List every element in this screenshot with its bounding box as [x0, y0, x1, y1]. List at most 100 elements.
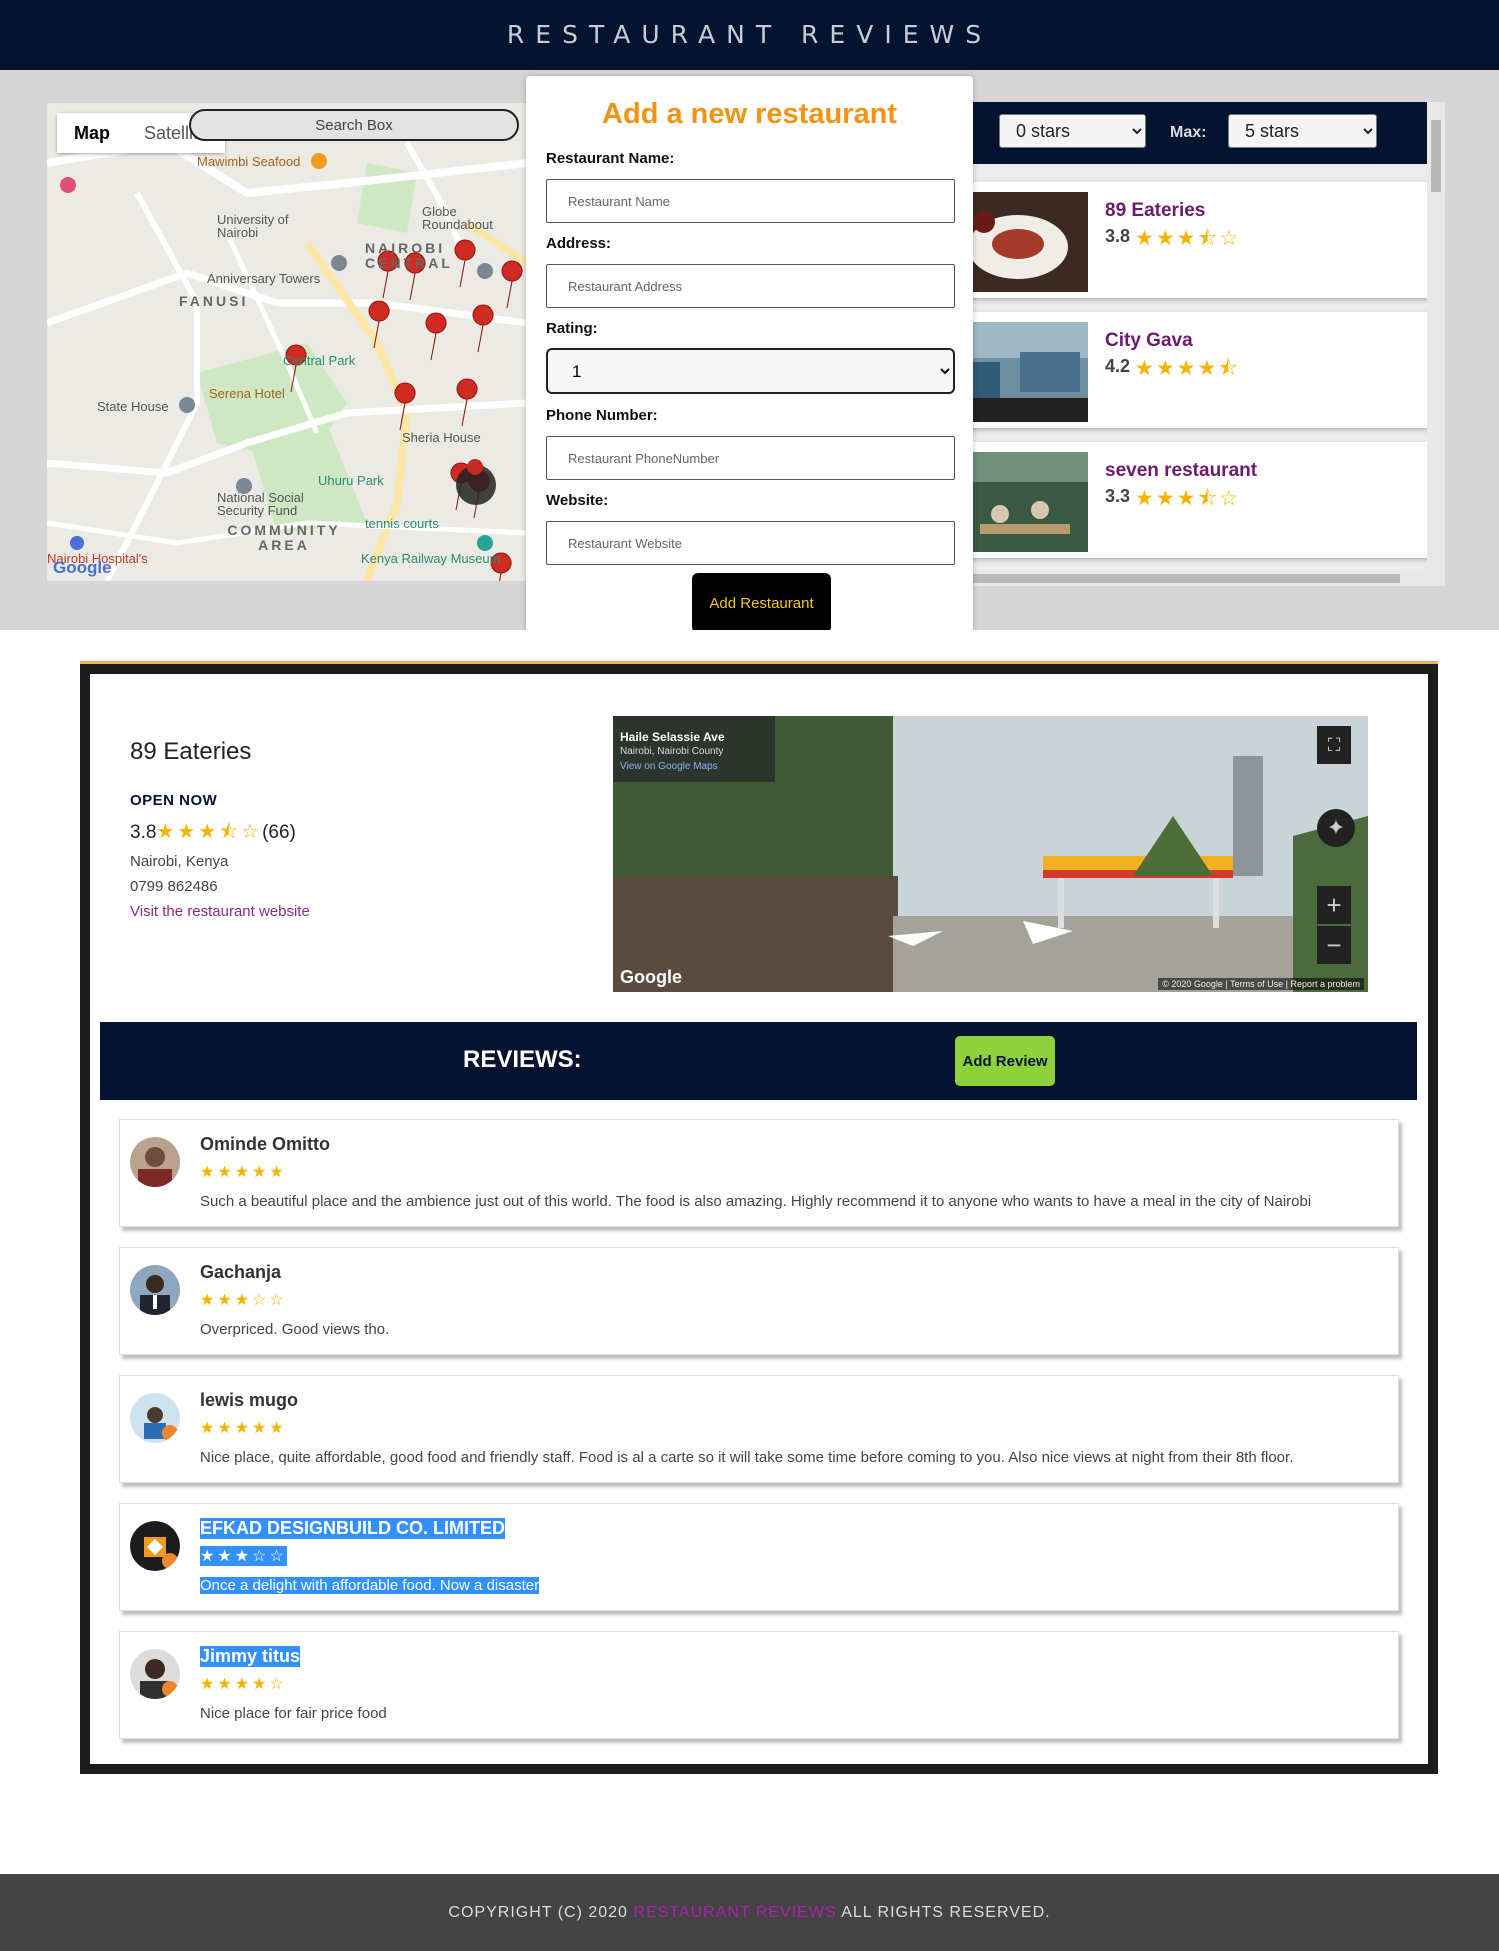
zoom-out-icon[interactable]: −	[1317, 926, 1351, 964]
site-footer: COPYRIGHT (C) 2020 RESTAURANT REVIEWS AL…	[0, 1874, 1499, 1951]
street-view-info: Haile Selassie Ave Nairobi, Nairobi Coun…	[613, 716, 775, 782]
add-restaurant-modal: Add a new restaurant Restaurant Name: Ad…	[526, 76, 973, 630]
restaurant-rating: 3.3	[1105, 486, 1131, 506]
compass-icon[interactable]: ✦	[1317, 809, 1355, 847]
map-label: Kenya Railway Museum	[361, 551, 501, 566]
review-card: lewis mugo ★★★★★ Nice place, quite affor…	[119, 1375, 1399, 1483]
list-horizontal-scrollbar[interactable]	[960, 570, 1427, 586]
map-label: University of Nairobi	[217, 212, 289, 240]
map-label: Anniversary Towers	[207, 271, 321, 286]
max-label: Max:	[1170, 124, 1207, 141]
review-stars: ★★★☆☆	[200, 1292, 287, 1309]
map-search-input[interactable]	[189, 109, 519, 141]
fullscreen-icon[interactable]: ⛶	[1317, 726, 1351, 764]
restaurant-card[interactable]: City Gava 4.2 ★★★★⯪	[960, 312, 1440, 428]
restaurant-thumbnail	[960, 322, 1088, 422]
reviewer-avatar	[130, 1393, 180, 1443]
review-author: Jimmy titus	[200, 1646, 301, 1667]
map-label: Uhuru Park	[318, 473, 384, 488]
phone-input[interactable]	[546, 436, 955, 480]
map[interactable]: Map Satellite Mawimbi Seafood University…	[47, 103, 527, 581]
map-label: FANUSI	[179, 293, 249, 309]
map-label: COMMUNITY AREA	[227, 522, 341, 553]
map-label: Globe Roundabout	[422, 204, 493, 232]
restaurant-name-label: Restaurant Name:	[546, 150, 675, 167]
restaurant-rating: 3.8	[1105, 226, 1131, 246]
restaurant-list-panel: 0 stars Max: 5 stars 89 Eateries 3.8 ★★★…	[960, 102, 1445, 586]
map-label: tennis courts	[365, 516, 439, 531]
review-text: Nice place, quite affordable, good food …	[200, 1449, 1294, 1466]
street-name: Haile Selassie Ave	[620, 730, 725, 744]
review-card: Ominde Omitto ★★★★★ Such a beautiful pla…	[119, 1119, 1399, 1227]
restaurant-name: 89 Eateries	[1105, 200, 1206, 221]
rating-filter-bar: 0 stars Max: 5 stars	[960, 102, 1440, 164]
reviewer-avatar	[130, 1137, 180, 1187]
zoom-in-icon[interactable]: +	[1317, 886, 1351, 924]
map-label: Central Park	[283, 353, 356, 368]
review-author: Gachanja	[200, 1262, 282, 1282]
street-view[interactable]: Haile Selassie Ave Nairobi, Nairobi Coun…	[613, 716, 1368, 992]
footer-brand-link[interactable]: RESTAURANT REVIEWS	[633, 1904, 836, 1921]
copyright-text: COPYRIGHT (C) 2020 RESTAURANT REVIEWS AL…	[0, 1874, 1499, 1951]
restaurant-thumbnail	[960, 192, 1088, 292]
map-label: Mawimbi Seafood	[197, 154, 301, 169]
add-review-button[interactable]: Add Review	[955, 1036, 1055, 1086]
detail-address: Nairobi, Kenya	[130, 853, 229, 870]
restaurant-rating: 4.2	[1105, 356, 1131, 376]
review-text: Nice place for fair price food	[200, 1705, 387, 1722]
site-title: RESTAURANT REVIEWS	[506, 20, 993, 49]
min-rating-select[interactable]: 0 stars	[999, 114, 1146, 148]
phone-label: Phone Number:	[546, 407, 658, 424]
address-input[interactable]	[546, 264, 955, 308]
map-label: Sheria House	[402, 430, 481, 445]
restaurant-detail: 89 Eateries OPEN NOW 3.8★★★⯪☆(66) Nairob…	[80, 664, 1438, 1774]
site-header: RESTAURANT REVIEWS	[0, 0, 1499, 70]
detail-phone: 0799 862486	[130, 878, 218, 895]
detail-rating-row: 3.8★★★⯪☆(66)	[130, 817, 296, 851]
review-text: Such a beautiful place and the ambience …	[200, 1193, 1312, 1210]
map-label: State House	[97, 399, 169, 414]
view-on-google-maps-link[interactable]: View on Google Maps	[620, 761, 718, 772]
reviews-header-bar: REVIEWS: Add Review	[100, 1022, 1417, 1100]
rating-label: Rating:	[546, 320, 598, 337]
open-status: OPEN NOW	[130, 792, 218, 809]
map-label: NAIROBI CENTRAL	[365, 240, 453, 271]
copyright-suffix: ALL RIGHTS RESERVED.	[841, 1904, 1051, 1921]
add-restaurant-button[interactable]: Add Restaurant	[692, 573, 831, 630]
street-view-footer: © 2020 Google | Terms of Use | Report a …	[1158, 978, 1364, 990]
address-label: Address:	[546, 235, 612, 252]
restaurant-card[interactable]: seven restaurant 3.3 ★★★⯪☆	[960, 442, 1440, 558]
reviewer-avatar	[130, 1521, 180, 1571]
website-link[interactable]: Visit the restaurant website	[130, 903, 310, 920]
restaurant-name-input[interactable]	[546, 179, 955, 223]
review-card: Gachanja ★★★☆☆ Overpriced. Good views th…	[119, 1247, 1399, 1355]
review-stars: ★★★★★	[200, 1420, 287, 1437]
reviewer-avatar	[130, 1649, 180, 1699]
restaurant-name: City Gava	[1105, 330, 1193, 351]
max-rating-select[interactable]: 5 stars	[1228, 114, 1377, 148]
restaurant-thumbnail	[960, 452, 1088, 552]
modal-title: Add a new restaurant	[602, 98, 897, 130]
list-vertical-scrollbar[interactable]	[1427, 102, 1445, 586]
review-stars: ★★★★☆	[200, 1676, 287, 1693]
review-card: EFKAD DESIGNBUILD CO. LIMITED ★★★☆☆ Once…	[119, 1503, 1399, 1611]
copyright-prefix: COPYRIGHT (C) 2020	[448, 1904, 628, 1921]
detail-restaurant-name: 89 Eateries	[130, 738, 252, 765]
restaurant-card[interactable]: 89 Eateries 3.8 ★★★⯪☆	[960, 182, 1440, 298]
review-author: Ominde Omitto	[200, 1134, 330, 1154]
map-type-map-button[interactable]: Map	[57, 113, 127, 153]
street-area: Nairobi, Nairobi County	[620, 746, 724, 757]
website-input[interactable]	[546, 521, 955, 565]
review-text: Overpriced. Good views tho.	[200, 1321, 390, 1338]
rating-stars: ★★★★⯪	[1135, 357, 1241, 380]
review-stars: ★★★★★	[200, 1164, 287, 1181]
detail-rating: 3.8	[130, 822, 157, 843]
review-author: EFKAD DESIGNBUILD CO. LIMITED	[200, 1518, 505, 1539]
review-stars: ★★★☆☆	[200, 1546, 287, 1566]
detail-stars: ★★★⯪☆	[156, 821, 263, 843]
review-text: Once a delight with affordable food. Now…	[200, 1577, 540, 1594]
map-label: National Social Security Fund	[217, 490, 304, 518]
rating-select[interactable]: 1	[546, 348, 955, 394]
reviews-heading: REVIEWS:	[463, 1046, 582, 1073]
google-logo: Google	[620, 967, 682, 987]
